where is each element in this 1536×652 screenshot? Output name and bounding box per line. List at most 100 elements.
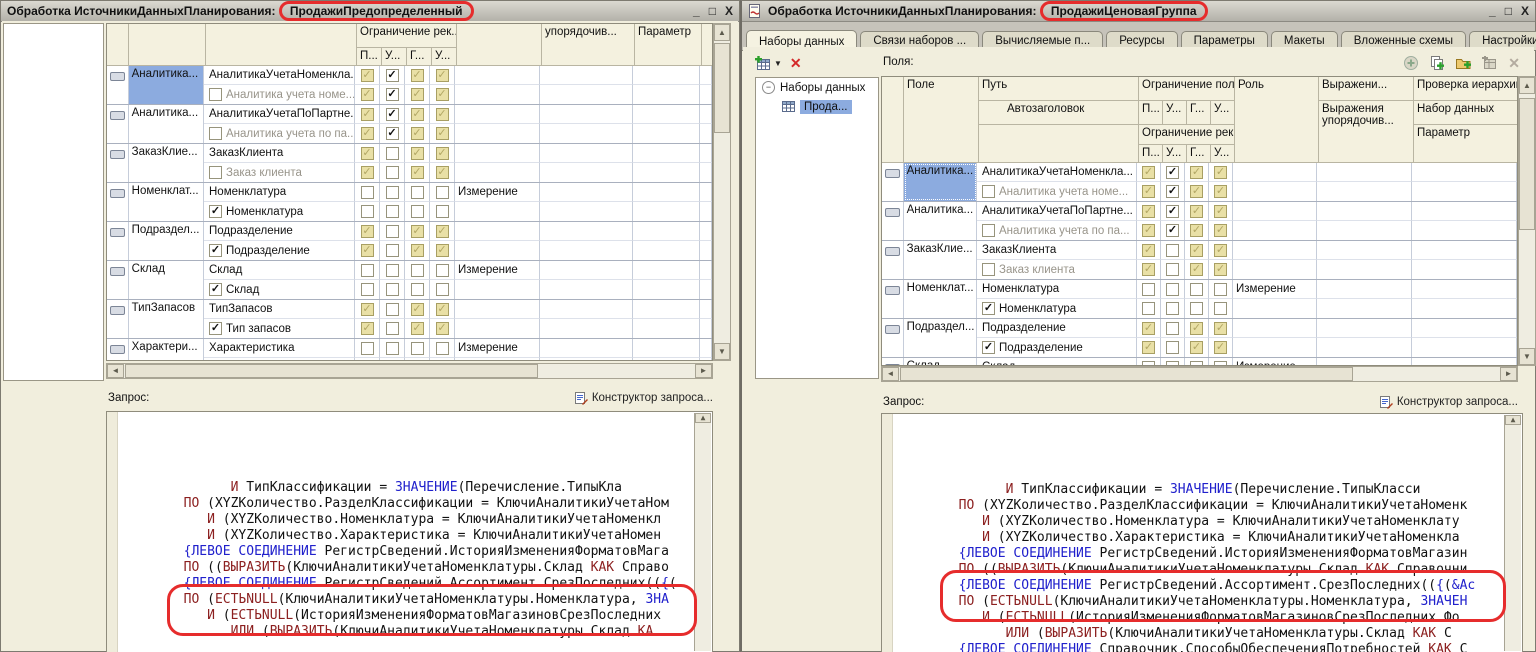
row-drag-handle-icon[interactable]: [885, 286, 900, 295]
maximize-button[interactable]: □: [1505, 4, 1512, 18]
scroll-thumb[interactable]: [900, 367, 1353, 381]
extra-cell[interactable]: [540, 300, 633, 319]
role-cell[interactable]: [1233, 319, 1317, 338]
field-name-cell[interactable]: Склад: [129, 261, 204, 299]
path-cell[interactable]: ТипЗапасов: [204, 300, 355, 319]
extra-cell[interactable]: [1317, 182, 1412, 201]
extra-cell[interactable]: [1317, 299, 1412, 318]
checkbox-cell[interactable]: ✓: [405, 300, 430, 319]
horizontal-scrollbar[interactable]: ◄ ►: [106, 363, 713, 379]
checkbox-cell[interactable]: [1185, 280, 1209, 299]
restriction-checkbox[interactable]: [386, 342, 399, 355]
restriction-checkbox[interactable]: ✓: [411, 147, 424, 160]
maximize-button[interactable]: □: [709, 4, 716, 18]
restriction-checkbox[interactable]: [1190, 302, 1203, 315]
row-handle-cell[interactable]: [882, 358, 904, 366]
checkbox-cell[interactable]: [1209, 358, 1233, 366]
checkbox-cell[interactable]: ✓: [1209, 319, 1233, 338]
horizontal-scrollbar[interactable]: ◄ ►: [881, 366, 1518, 382]
restriction-checkbox[interactable]: [411, 264, 424, 277]
checkbox-cell[interactable]: ✓: [1209, 182, 1233, 201]
restriction-checkbox[interactable]: ✓: [361, 147, 374, 160]
role-cell[interactable]: [1233, 260, 1317, 279]
checkbox-cell[interactable]: [430, 261, 455, 280]
checkbox-cell[interactable]: [380, 358, 405, 361]
role-cell[interactable]: [1233, 182, 1317, 201]
checkbox-cell[interactable]: ✓: [430, 319, 455, 338]
extra-cell[interactable]: [1412, 299, 1517, 318]
checkbox-cell[interactable]: ✓: [1137, 241, 1161, 260]
path-cell[interactable]: ЗаказКлиента: [977, 241, 1137, 260]
extra-cell[interactable]: [1412, 319, 1517, 338]
path-cell[interactable]: Склад: [977, 358, 1137, 366]
role-cell[interactable]: [455, 280, 540, 299]
extra-cell[interactable]: [700, 105, 712, 124]
title-checkbox[interactable]: ✓: [982, 302, 995, 315]
title-cell[interactable]: Аналитика учета по па...: [977, 221, 1137, 240]
restriction-checkbox[interactable]: [1214, 302, 1227, 315]
checkbox-cell[interactable]: ✓: [355, 319, 380, 338]
query-builder-link[interactable]: Конструктор запроса...: [574, 391, 713, 405]
restriction-checkbox[interactable]: ✓: [436, 108, 449, 121]
extra-cell[interactable]: [700, 358, 712, 361]
extra-cell[interactable]: [540, 339, 633, 358]
extra-cell[interactable]: [700, 163, 712, 182]
extra-cell[interactable]: [633, 319, 700, 338]
restriction-checkbox[interactable]: ✓: [1142, 263, 1155, 276]
restriction-checkbox[interactable]: [436, 186, 449, 199]
restriction-checkbox[interactable]: ✓: [361, 166, 374, 179]
checkbox-cell[interactable]: [405, 261, 430, 280]
checkbox-cell[interactable]: ✓: [430, 66, 455, 85]
add-field-icon[interactable]: [1403, 55, 1419, 71]
restriction-checkbox[interactable]: ✓: [1166, 205, 1179, 218]
restriction-checkbox[interactable]: [386, 244, 399, 257]
role-cell[interactable]: [1233, 221, 1317, 240]
extra-cell[interactable]: [1317, 202, 1412, 221]
extra-cell[interactable]: [633, 280, 700, 299]
extra-cell[interactable]: [633, 163, 700, 182]
checkbox-cell[interactable]: [355, 280, 380, 299]
row-handle-cell[interactable]: [107, 105, 129, 143]
restriction-checkbox[interactable]: ✓: [1142, 244, 1155, 257]
restriction-checkbox[interactable]: ✓: [411, 322, 424, 335]
row-drag-handle-icon[interactable]: [885, 247, 900, 256]
query-vertical-scrollbar[interactable]: ▲: [694, 413, 711, 651]
scroll-right-icon[interactable]: ►: [1500, 367, 1517, 381]
checkbox-cell[interactable]: [355, 261, 380, 280]
scroll-up-icon[interactable]: ▲: [714, 24, 730, 41]
checkbox-cell[interactable]: ✓: [1185, 182, 1209, 201]
checkbox-cell[interactable]: ✓: [1209, 338, 1233, 357]
tree-root-datasets[interactable]: − Наборы данных: [756, 78, 878, 97]
title-cell[interactable]: ✓Тип запасов: [204, 319, 355, 338]
restriction-checkbox[interactable]: ✓: [1142, 224, 1155, 237]
field-name-cell[interactable]: ЗаказКлие...: [129, 144, 204, 182]
checkbox-cell[interactable]: ✓: [1185, 241, 1209, 260]
extra-cell[interactable]: [633, 183, 700, 202]
restriction-checkbox[interactable]: [1190, 283, 1203, 296]
restriction-checkbox[interactable]: [361, 205, 374, 218]
checkbox-cell[interactable]: ✓: [355, 85, 380, 104]
scroll-down-icon[interactable]: ▼: [1519, 348, 1535, 365]
title-checkbox[interactable]: [209, 166, 222, 179]
field-name-cell[interactable]: Номенклат...: [129, 183, 204, 221]
restriction-checkbox[interactable]: [361, 186, 374, 199]
checkbox-cell[interactable]: [1161, 280, 1185, 299]
field-name-cell[interactable]: Аналитика...: [129, 105, 204, 143]
scroll-thumb[interactable]: [125, 364, 538, 378]
restriction-checkbox[interactable]: [411, 342, 424, 355]
checkbox-cell[interactable]: [380, 339, 405, 358]
role-cell[interactable]: [1233, 241, 1317, 260]
checkbox-cell[interactable]: ✓: [405, 105, 430, 124]
restriction-checkbox[interactable]: ✓: [361, 108, 374, 121]
restriction-checkbox[interactable]: [436, 342, 449, 355]
restriction-checkbox[interactable]: ✓: [1214, 322, 1227, 335]
checkbox-cell[interactable]: ✓: [1209, 241, 1233, 260]
role-cell[interactable]: [455, 105, 540, 124]
restriction-checkbox[interactable]: [386, 186, 399, 199]
extra-cell[interactable]: [700, 261, 712, 280]
path-cell[interactable]: АналитикаУчетаНоменкла...: [204, 66, 355, 85]
query-builder-link[interactable]: Конструктор запроса...: [1379, 395, 1518, 409]
field-name-cell[interactable]: Склад: [904, 358, 977, 366]
restriction-checkbox[interactable]: ✓: [436, 244, 449, 257]
extra-cell[interactable]: [1412, 202, 1517, 221]
